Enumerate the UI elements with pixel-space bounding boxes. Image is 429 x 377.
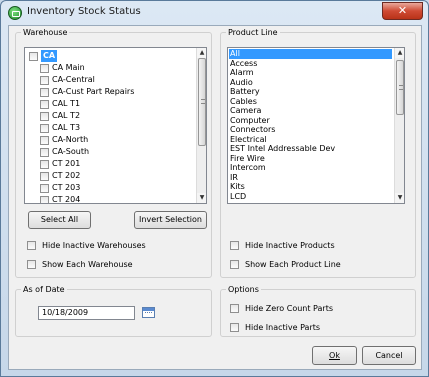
show-each-warehouse-label: Show Each Warehouse: [42, 260, 133, 269]
checkbox-icon[interactable]: [230, 323, 239, 332]
checkbox-icon[interactable]: [40, 184, 49, 193]
checkbox-icon[interactable]: [29, 52, 38, 61]
warehouse-item-label: CT 202: [52, 171, 81, 180]
as-of-date-group: As of Date 10/18/2009: [15, 285, 212, 337]
options-legend: Options: [228, 285, 259, 294]
product-line-item[interactable]: IR: [229, 173, 392, 183]
product-line-item[interactable]: LCD: [229, 192, 392, 202]
window-title: Inventory Stock Status: [27, 6, 141, 17]
product-line-legend: Product Line: [228, 28, 278, 37]
show-each-product-line-label: Show Each Product Line: [245, 260, 341, 269]
warehouse-item-label: CAL T3: [52, 123, 81, 132]
scroll-down-arrow-icon[interactable]: ▼: [395, 193, 404, 203]
ok-button[interactable]: Ok: [312, 346, 357, 365]
dialog-client-area: Warehouse CA CA Main CA-Central CA-Cust Par…: [8, 25, 422, 370]
checkbox-icon[interactable]: [230, 260, 239, 269]
title-bar[interactable]: Inventory Stock Status ✕: [1, 1, 428, 25]
warehouse-item-label: CA Main: [52, 63, 85, 72]
product-line-item[interactable]: Audio: [229, 78, 392, 88]
warehouse-item-label: CA-South: [52, 147, 90, 156]
app-icon: [8, 6, 22, 20]
cancel-button[interactable]: Cancel: [362, 346, 416, 365]
checkbox-icon[interactable]: [27, 241, 36, 250]
checkbox-icon[interactable]: [230, 304, 239, 313]
warehouse-item-label: CA-North: [52, 135, 89, 144]
close-button[interactable]: ✕: [382, 2, 423, 20]
warehouse-item-label: CT 201: [52, 159, 81, 168]
inventory-stock-status-window: Inventory Stock Status ✕ Warehouse CA CA …: [0, 0, 429, 377]
checkbox-icon[interactable]: [40, 196, 49, 203]
product-list-scrollbar[interactable]: ▲ ▼: [394, 48, 404, 203]
scroll-thumb[interactable]: [198, 58, 206, 146]
product-line-item[interactable]: Camera: [229, 106, 392, 116]
scroll-down-arrow-icon[interactable]: ▼: [197, 193, 206, 203]
product-line-item[interactable]: Cables: [229, 97, 392, 107]
select-all-button[interactable]: Select All: [28, 211, 91, 229]
checkbox-icon[interactable]: [40, 160, 49, 169]
product-line-item[interactable]: Computer: [229, 116, 392, 126]
checkbox-icon[interactable]: [27, 260, 36, 269]
product-line-item[interactable]: All: [229, 49, 392, 59]
warehouse-item-label: CT 204: [52, 195, 81, 204]
checkbox-icon[interactable]: [40, 136, 49, 145]
scroll-thumb[interactable]: [396, 60, 404, 115]
warehouse-list-scrollbar[interactable]: ▲ ▼: [196, 48, 206, 203]
scroll-up-arrow-icon[interactable]: ▲: [197, 48, 206, 58]
product-line-item[interactable]: Alarm: [229, 68, 392, 78]
scroll-grip-icon: [201, 99, 205, 104]
scroll-up-arrow-icon[interactable]: ▲: [395, 48, 404, 58]
hide-zero-count-parts-label: Hide Zero Count Parts: [245, 304, 333, 313]
warehouse-item-label: CA-Central: [52, 75, 95, 84]
hide-inactive-products-label: Hide Inactive Products: [245, 241, 335, 250]
product-line-item[interactable]: Battery: [229, 87, 392, 97]
hide-inactive-parts-label: Hide Inactive Parts: [245, 323, 321, 332]
invert-selection-button[interactable]: Invert Selection: [134, 211, 207, 229]
product-line-item[interactable]: Intercom: [229, 163, 392, 173]
calendar-icon[interactable]: [142, 307, 155, 318]
product-line-item[interactable]: Fire Wire: [229, 154, 392, 164]
warehouse-legend: Warehouse: [23, 28, 68, 37]
product-line-item[interactable]: EST Intel Addressable Dev: [229, 144, 392, 154]
product-line-item[interactable]: Kits: [229, 182, 392, 192]
warehouse-item-label: CAL T2: [52, 111, 81, 120]
checkbox-icon[interactable]: [40, 148, 49, 157]
checkbox-icon[interactable]: [230, 241, 239, 250]
checkbox-icon[interactable]: [40, 88, 49, 97]
warehouse-item-label: CT 203: [52, 183, 81, 192]
product-line-item[interactable]: Access: [229, 59, 392, 69]
checkbox-icon[interactable]: [40, 64, 49, 73]
checkbox-icon[interactable]: [40, 100, 49, 109]
warehouse-item-label: CA-Cust Part Repairs: [52, 87, 135, 96]
warehouse-item-label: CA: [41, 50, 58, 62]
warehouse-tree-list[interactable]: CA CA Main CA-Central CA-Cust Part Repairs C…: [24, 47, 207, 204]
as-of-date-input[interactable]: 10/18/2009: [38, 306, 135, 320]
product-line-list[interactable]: All Access Alarm Audio Battery Cables Camera Co…: [227, 47, 405, 204]
hide-inactive-warehouses-label: Hide Inactive Warehouses: [42, 241, 146, 250]
warehouse-item-label: CAL T1: [52, 99, 81, 108]
product-line-item[interactable]: Connectors: [229, 125, 392, 135]
ok-label: Ok: [329, 351, 340, 360]
options-group: Options Hide Zero Count Parts Hide Inact…: [220, 285, 416, 337]
product-line-group: Product Line All Access Alarm Audio Battery C…: [220, 28, 416, 278]
checkbox-icon[interactable]: [40, 76, 49, 85]
product-line-item[interactable]: Electrical: [229, 135, 392, 145]
as-of-date-legend: As of Date: [23, 285, 65, 294]
checkbox-icon[interactable]: [40, 112, 49, 121]
checkbox-icon[interactable]: [40, 172, 49, 181]
scroll-grip-icon: [399, 84, 403, 90]
checkbox-icon[interactable]: [40, 124, 49, 133]
warehouse-group: Warehouse CA CA Main CA-Central CA-Cust Par…: [15, 28, 212, 278]
